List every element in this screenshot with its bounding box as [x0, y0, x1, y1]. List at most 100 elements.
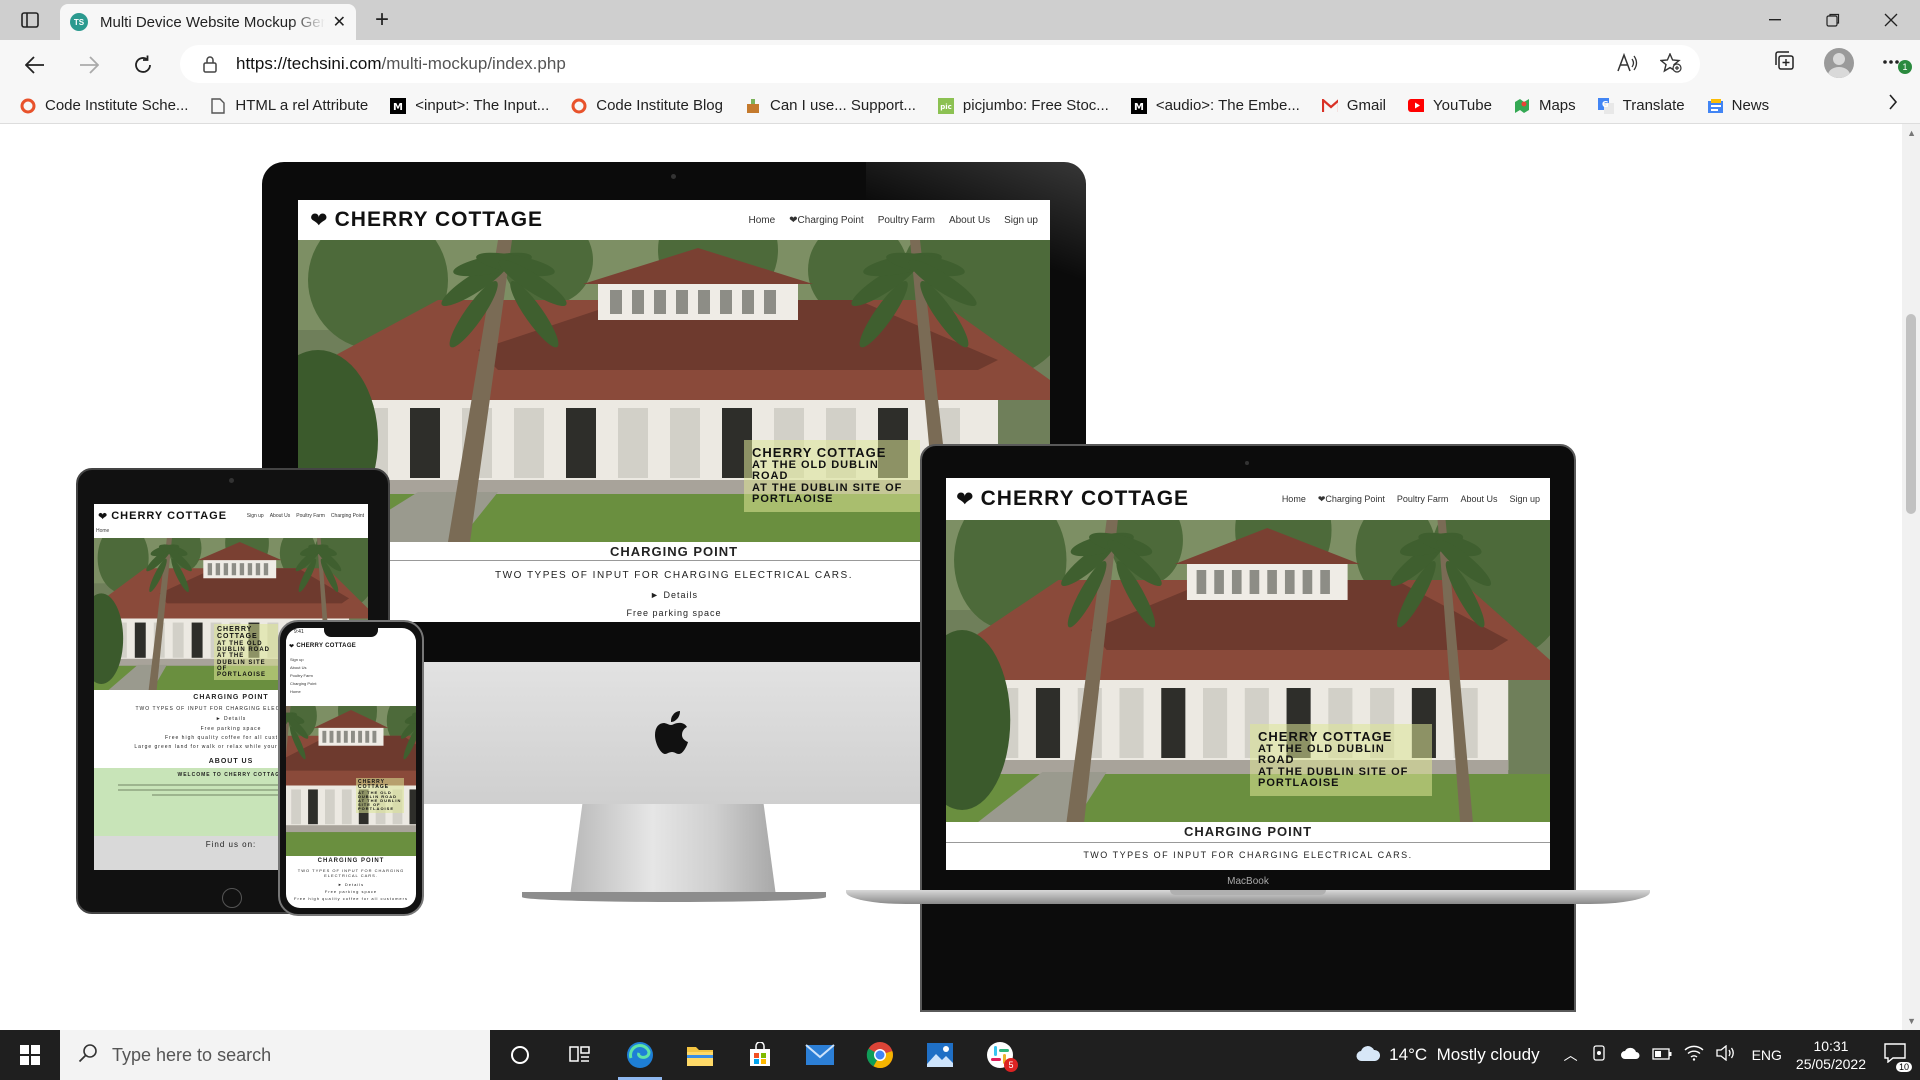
wifi-icon[interactable] [1684, 1045, 1704, 1066]
onedrive-icon[interactable] [1620, 1045, 1640, 1065]
imac-camera [671, 174, 676, 179]
imac-site-logo[interactable]: ❤ CHERRY COTTAGE [310, 208, 543, 233]
iphone-hero-caption: CHERRY COTTAGE AT THE OLD DUBLIN ROAD AT… [356, 778, 404, 814]
nav-charging-point[interactable]: ❤Charging Point [789, 215, 864, 226]
taskbar-search[interactable]: Type here to search [60, 1030, 490, 1080]
minimize-icon[interactable] [1746, 0, 1804, 40]
bookmark-9[interactable]: YouTube [1408, 97, 1492, 114]
nav-sign-up[interactable]: Sign up [1509, 494, 1540, 505]
macbook-site-logo[interactable]: ❤ CHERRY COTTAGE [956, 487, 1189, 512]
bookmark-6[interactable]: pic picjumbo: Free Stoc... [937, 97, 1109, 114]
bookmark-2[interactable]: HTML a rel Attribute [210, 97, 368, 114]
task-view-icon[interactable] [550, 1030, 610, 1080]
browser-title-bar: TS Multi Device Website Mockup Generator… [0, 0, 1920, 40]
ipad-nav-home[interactable]: Home [96, 528, 109, 534]
tab-actions-icon[interactable] [14, 8, 46, 32]
refresh-icon[interactable] [128, 50, 158, 80]
hearts-logo-icon: ❤ [956, 487, 975, 511]
more-bookmarks-chevron-icon[interactable] [1888, 94, 1898, 115]
bookmark-8[interactable]: Gmail [1321, 97, 1386, 114]
bookmark-7[interactable]: M <audio>: The Embe... [1130, 97, 1300, 114]
close-window-icon[interactable] [1862, 0, 1920, 40]
nav-about-us[interactable]: About Us [949, 215, 990, 226]
bookmark-10[interactable]: Maps [1514, 97, 1576, 114]
system-clock[interactable]: 10:31 25/05/2022 [1796, 1037, 1866, 1073]
nav-charging-point[interactable]: Charging Point [290, 680, 316, 688]
new-tab-icon[interactable]: + [368, 6, 396, 34]
notifications-icon[interactable]: 10 [1884, 1042, 1912, 1072]
active-tab[interactable]: TS Multi Device Website Mockup Generator… [60, 4, 356, 40]
iphone-details-toggle[interactable]: ► Details [286, 882, 416, 887]
iphone-site-logo[interactable]: ❤ CHERRY COTTAGE [289, 643, 356, 650]
bookmark-11[interactable]: G Translate [1597, 97, 1685, 114]
imac-site-nav: Home ❤Charging Point Poultry Farm About … [748, 215, 1038, 226]
weather-text[interactable]: 14°C Mostly cloudy [1389, 1045, 1539, 1065]
show-hidden-icons-icon[interactable]: ︿ [1564, 1045, 1578, 1065]
cortana-icon[interactable] [490, 1030, 550, 1080]
bookmark-3[interactable]: M <input>: The Input... [390, 97, 549, 114]
bookmark-label: YouTube [1433, 97, 1492, 114]
ipad-site-logo[interactable]: ❤ CHERRY COTTAGE [98, 510, 227, 523]
weather-cloud-icon[interactable] [1355, 1044, 1381, 1067]
nav-about-us[interactable]: About Us [1460, 494, 1497, 505]
close-tab-icon[interactable]: ✕ [333, 12, 346, 32]
ipad-home-button[interactable] [222, 888, 242, 908]
restore-icon[interactable] [1804, 0, 1862, 40]
ipad-site-nav: Sign up About Us Poultry Farm Charging P… [247, 513, 364, 519]
imac-site-header: ❤ CHERRY COTTAGE Home ❤Charging Point Pou… [298, 200, 1050, 240]
iphone-screen: 9:41 ❤ CHERRY COTTAGE Sign up About Us Po… [286, 628, 416, 908]
mail-icon[interactable] [790, 1030, 850, 1080]
nav-sign-up[interactable]: Sign up [290, 656, 316, 664]
nav-poultry-farm[interactable]: Poultry Farm [296, 513, 325, 519]
nav-sign-up[interactable]: Sign up [247, 513, 264, 519]
url-text[interactable]: https://techsini.com/multi-mockup/index.… [236, 54, 566, 74]
nav-home[interactable]: Home [290, 688, 316, 696]
photos-icon[interactable] [910, 1030, 970, 1080]
add-favorite-icon[interactable] [1659, 52, 1682, 78]
profile-avatar[interactable] [1824, 48, 1854, 78]
windows-start-icon[interactable] [0, 1030, 60, 1080]
meet-now-icon[interactable] [1592, 1044, 1608, 1066]
nav-poultry-farm[interactable]: Poultry Farm [878, 215, 935, 226]
gmail-icon [1321, 98, 1338, 114]
microsoft-store-icon[interactable] [730, 1030, 790, 1080]
nav-about-us[interactable]: About Us [270, 513, 291, 519]
chrome-icon[interactable] [850, 1030, 910, 1080]
nav-charging-point[interactable]: ❤Charging Point [1318, 494, 1385, 505]
battery-icon[interactable] [1651, 1045, 1672, 1065]
page-scrollbar[interactable]: ▲ ▼ [1902, 124, 1920, 1030]
nav-sign-up[interactable]: Sign up [1004, 215, 1038, 226]
lock-icon[interactable] [202, 55, 218, 73]
scroll-down-icon[interactable]: ▼ [1907, 1016, 1916, 1026]
toolbar-right: 1 [1774, 48, 1912, 78]
input-language[interactable]: ENG [1752, 1047, 1782, 1063]
settings-more-icon[interactable]: 1 [1882, 54, 1912, 74]
nav-poultry-farm[interactable]: Poultry Farm [1397, 494, 1449, 505]
bookmark-5[interactable]: Can I use... Support... [745, 97, 916, 114]
edge-browser-icon[interactable] [610, 1030, 670, 1080]
macbook-base [846, 890, 1650, 904]
read-aloud-icon[interactable] [1616, 52, 1638, 78]
back-arrow-icon[interactable] [20, 50, 50, 80]
forward-arrow-icon[interactable] [74, 50, 104, 80]
volume-icon[interactable] [1715, 1044, 1736, 1066]
bookmark-1[interactable]: Code Institute Sche... [20, 97, 188, 114]
bookmark-label: News [1731, 97, 1770, 114]
nav-poultry-farm[interactable]: Poultry Farm [290, 672, 316, 680]
scroll-thumb[interactable] [1906, 314, 1916, 514]
nav-about-us[interactable]: About Us [290, 664, 316, 672]
bookmark-label: Gmail [1346, 97, 1386, 114]
nav-home[interactable]: Home [1282, 494, 1306, 505]
collections-icon[interactable] [1774, 50, 1796, 76]
hearts-logo-icon: ❤ [310, 208, 329, 232]
bookmark-4[interactable]: Code Institute Blog [571, 97, 723, 114]
address-bar[interactable]: https://techsini.com/multi-mockup/index.… [180, 45, 1700, 83]
slack-icon[interactable]: 5 [970, 1030, 1030, 1080]
file-explorer-icon[interactable] [670, 1030, 730, 1080]
imac-stand [570, 804, 776, 896]
scroll-up-icon[interactable]: ▲ [1907, 128, 1916, 138]
nav-charging-point[interactable]: Charging Point [331, 513, 364, 519]
bookmark-12[interactable]: News [1707, 97, 1770, 114]
maps-icon [1514, 98, 1530, 114]
nav-home[interactable]: Home [748, 215, 775, 226]
